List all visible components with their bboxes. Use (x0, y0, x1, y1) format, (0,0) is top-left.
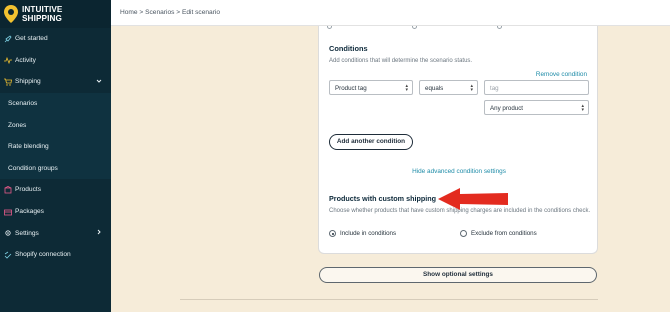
top-bar: Home > Scenarios > Edit scenario (111, 0, 670, 26)
divider (180, 299, 598, 300)
condition-operator-select[interactable]: equals ▴ ▾ (419, 80, 478, 95)
sidebar-item-label: Scenarios (8, 100, 38, 108)
radio-partial[interactable] (412, 26, 417, 29)
sidebar-item-label: Settings (15, 229, 39, 237)
red-arrow-annotation (438, 188, 508, 210)
sidebar-item-packages[interactable]: Packages (0, 201, 111, 223)
sidebar-item-settings[interactable]: Settings (0, 222, 111, 244)
exclude-label: Exclude from conditions (471, 230, 537, 237)
select-arrows-icon: ▴ ▾ (581, 103, 584, 113)
box-icon (4, 186, 12, 194)
select-arrows-icon: ▴ ▾ (470, 83, 473, 93)
breadcrumb[interactable]: Home > Scenarios > Edit scenario (120, 9, 220, 16)
package-icon (4, 209, 12, 215)
exclude-radio[interactable] (460, 230, 467, 237)
brand-logo[interactable]: INTUITIVE SHIPPING (0, 0, 111, 28)
condition-value-input[interactable]: tag (484, 80, 589, 95)
scenario-settings-card: Conditions Add conditions that will dete… (318, 26, 598, 254)
sidebar-item-label: Packages (15, 208, 44, 216)
custom-shipping-heading: Products with custom shipping (329, 194, 437, 203)
gear-icon (5, 230, 11, 236)
condition-scope-select[interactable]: Any product ▴ ▾ (484, 100, 589, 115)
sidebar-item-label: Shopify connection (15, 251, 71, 259)
hide-advanced-link[interactable]: Hide advanced condition settings (319, 168, 599, 175)
brand-name: INTUITIVE SHIPPING (22, 5, 62, 23)
exclude-option[interactable]: Exclude from conditions (460, 230, 537, 237)
sidebar-item-label: Condition groups (8, 164, 58, 172)
sidebar-nav: Get started Activity Shipping Scenarios … (0, 28, 111, 266)
condition-field-select[interactable]: Product tag ▴ ▾ (329, 80, 413, 95)
sidebar-item-shipping[interactable]: Shipping (0, 71, 111, 93)
select-value: equals (425, 84, 444, 92)
sidebar-item-label: Zones (8, 121, 27, 129)
include-option[interactable]: Include in conditions (329, 230, 396, 237)
sidebar: INTUITIVE SHIPPING Get started Activity … (0, 0, 111, 312)
conditions-heading: Conditions (329, 44, 368, 53)
add-condition-button[interactable]: Add another condition (329, 134, 413, 150)
activity-icon (4, 57, 12, 65)
sidebar-item-scenarios[interactable]: Scenarios (0, 92, 111, 115)
include-label: Include in conditions (340, 230, 397, 237)
include-radio[interactable] (329, 230, 336, 237)
sidebar-item-zones[interactable]: Zones (0, 114, 111, 136)
sidebar-item-activity[interactable]: Activity (0, 50, 111, 72)
select-arrows-icon: ▴ ▾ (405, 83, 408, 93)
sidebar-item-rate-blending[interactable]: Rate blending (0, 135, 111, 158)
sidebar-item-label: Shipping (15, 78, 41, 86)
select-value: Product tag (335, 84, 367, 92)
radio-partial[interactable] (497, 26, 502, 29)
remove-condition-link[interactable]: Remove condition (536, 71, 587, 78)
sidebar-item-products[interactable]: Products (0, 179, 111, 201)
link-icon (4, 251, 12, 259)
rocket-icon (4, 35, 12, 43)
cart-icon (4, 78, 12, 86)
sidebar-item-label: Get started (15, 35, 48, 43)
brand-line-2: SHIPPING (22, 14, 62, 23)
chevron-right-icon (97, 229, 101, 235)
sidebar-item-label: Activity (15, 56, 36, 64)
sidebar-item-shopify-connection[interactable]: Shopify connection (0, 244, 111, 266)
chevron-down-icon (96, 79, 102, 83)
radio-partial[interactable] (327, 26, 332, 29)
location-pin-icon (4, 5, 18, 23)
brand-line-1: INTUITIVE (22, 5, 63, 14)
sidebar-item-condition-groups[interactable]: Condition groups (0, 157, 111, 180)
sidebar-item-get-started[interactable]: Get started (0, 28, 111, 50)
show-optional-settings-button[interactable]: Show optional settings (319, 267, 597, 283)
select-value: Any product (490, 104, 524, 112)
sidebar-item-label: Products (15, 186, 42, 194)
scrolled-radio-row (327, 26, 591, 30)
sidebar-item-label: Rate blending (8, 143, 49, 151)
conditions-subtitle: Add conditions that will determine the s… (329, 58, 473, 64)
